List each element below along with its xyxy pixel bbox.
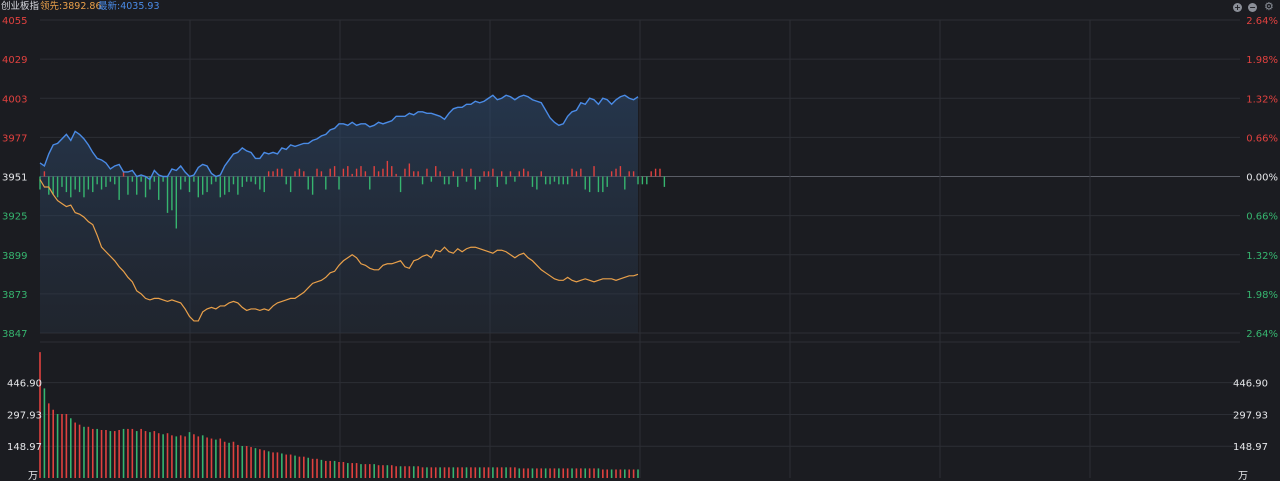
y-tick-right: 1.32% (1246, 251, 1278, 262)
y-tick-left: 3925 (2, 212, 27, 223)
y-tick-left: 3977 (2, 133, 27, 144)
volume-tick-right: 148.97 (1233, 442, 1268, 453)
y-tick-right: 1.32% (1246, 94, 1278, 105)
y-tick-left: 4055 (2, 16, 27, 27)
volume-tick-right: 446.90 (1233, 379, 1268, 390)
volume-tick-left: 148.97 (7, 442, 42, 453)
latest-area (40, 95, 638, 333)
volume-unit-right: 万 (1238, 471, 1248, 481)
y-tick-right: 0.66% (1246, 212, 1278, 223)
volume-tick-left: 446.90 (7, 379, 42, 390)
volume-unit-left: 万 (28, 471, 38, 481)
y-tick-left: 3899 (2, 251, 27, 262)
volume-tick-right: 297.93 (1233, 410, 1268, 421)
y-tick-left: 3873 (2, 290, 27, 301)
y-tick-right: 0.66% (1246, 133, 1278, 144)
y-tick-left: 3847 (2, 329, 27, 340)
y-tick-left: 4003 (2, 94, 27, 105)
intraday-chart: 4055 2.64% 4029 1.98% 4003 1.32% 3977 0.66% 3951… (2, 16, 1278, 481)
y-tick-right: 1.98% (1246, 290, 1278, 301)
volume-bars (39, 352, 639, 478)
y-tick-right: 0.00% (1246, 173, 1278, 184)
y-tick-right: 1.98% (1246, 55, 1278, 66)
volume-tick-left: 297.93 (7, 410, 42, 421)
y-tick-left: 3951 (2, 173, 27, 184)
y-tick-right: 2.64% (1246, 16, 1278, 27)
y-tick-left: 4029 (2, 55, 27, 66)
y-tick-right: 2.64% (1246, 329, 1278, 340)
